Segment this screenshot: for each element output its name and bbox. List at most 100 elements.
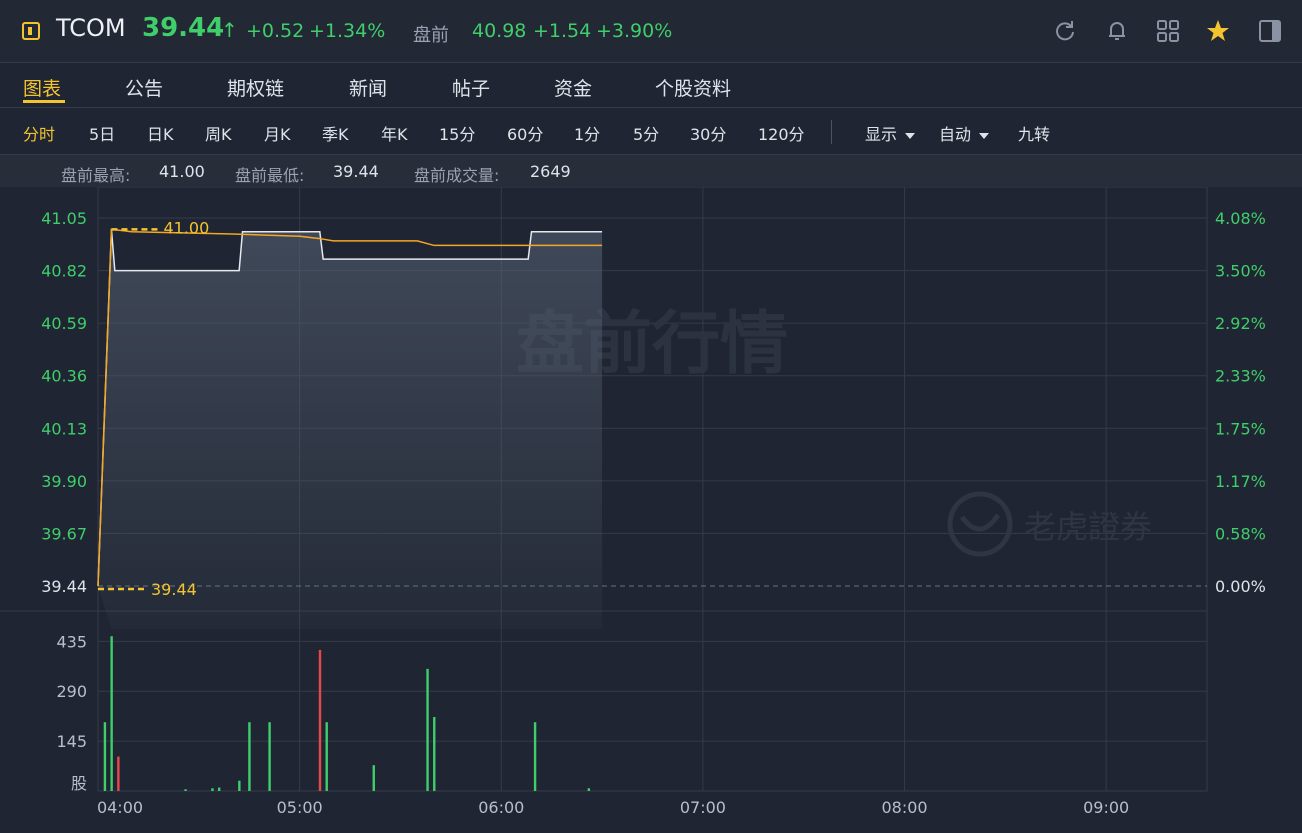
- auto-dropdown[interactable]: 自动: [939, 121, 990, 145]
- period-5min[interactable]: 5分: [633, 121, 659, 145]
- star-icon[interactable]: [1205, 18, 1231, 44]
- premarket-label: 盘前: [413, 25, 449, 46]
- intraday-chart[interactable]: 盘前行情 老虎證券 41.0039.44 04:00 05:00 06:00 07:0…: [0, 187, 1302, 833]
- price-change: +0.52: [246, 20, 305, 42]
- volume-bar: [103, 722, 107, 791]
- chevron-down-icon: [905, 132, 916, 139]
- tab-options[interactable]: 期权链: [227, 74, 284, 101]
- display-dropdown[interactable]: 显示: [865, 121, 916, 145]
- tab-profile[interactable]: 个股资料: [655, 74, 731, 101]
- low-marker-label: 39.44: [151, 580, 197, 599]
- auto-label: 自动: [939, 125, 972, 144]
- period-yearly[interactable]: 年K: [381, 121, 408, 145]
- period-15min[interactable]: 15分: [439, 121, 475, 145]
- volume-value: 2649: [530, 162, 571, 181]
- brand-watermark: 老虎證券: [947, 491, 1152, 557]
- x-tick-label: 04:00: [97, 798, 143, 817]
- tab-announcements[interactable]: 公告: [125, 74, 163, 101]
- volume-bar: [325, 722, 328, 791]
- x-tick-label: 09:00: [1083, 798, 1129, 817]
- period-30min[interactable]: 30分: [690, 121, 726, 145]
- divider: [831, 120, 832, 144]
- quote-header: TCOM 39.44 ↑ +0.52 +1.34% 盘前 40.98 +1.54…: [0, 0, 1302, 63]
- pct-tick-label: 4.08%: [1215, 209, 1266, 228]
- high-label: 盘前最高:: [61, 166, 131, 185]
- y-tick-label: 41.05: [41, 209, 87, 228]
- ticker-symbol: TCOM: [56, 14, 126, 42]
- volume-bar: [587, 788, 591, 791]
- volume-bar: [433, 717, 436, 791]
- x-tick-label: 07:00: [680, 798, 726, 817]
- vol-tick-label: 435: [56, 632, 87, 651]
- last-price: 39.44: [142, 13, 225, 43]
- volume-label: 盘前成交量:: [414, 166, 500, 185]
- tab-bar: 图表 公告 期权链 新闻 帖子 资金 个股资料: [0, 62, 1302, 108]
- premarket-stats: 盘前最高: 41.00 盘前最低: 39.44 盘前成交量: 2649: [0, 155, 1302, 187]
- premarket-change: +1.54: [533, 20, 592, 42]
- vol-tick-label: 290: [56, 682, 87, 701]
- pct-tick-label: 1.17%: [1215, 472, 1266, 491]
- low-value: 39.44: [333, 162, 379, 181]
- high-marker-label: 41.00: [163, 218, 209, 237]
- period-monthly[interactable]: 月K: [264, 121, 291, 145]
- chevron-down-icon: [979, 132, 990, 139]
- period-120min[interactable]: 120分: [758, 121, 805, 145]
- price-change-pct: +1.34%: [309, 20, 386, 42]
- pct-tick-label: 2.92%: [1215, 314, 1266, 333]
- grid-icon[interactable]: [1155, 18, 1181, 44]
- pct-tick-label: 1.75%: [1215, 419, 1266, 438]
- premarket-change-pct: +3.90%: [596, 20, 673, 42]
- tiger-logo-mark: [959, 513, 1001, 532]
- volume-bar: [110, 636, 113, 791]
- period-daily[interactable]: 日K: [147, 121, 174, 145]
- volume-bar: [117, 756, 120, 791]
- volume-bar: [217, 787, 221, 791]
- volume-bar: [372, 765, 375, 791]
- low-label: 盘前最低:: [235, 166, 305, 185]
- bell-icon[interactable]: [1104, 18, 1130, 44]
- tab-funds[interactable]: 资金: [554, 74, 592, 101]
- y-tick-label: 39.44: [41, 577, 87, 596]
- pct-tick-label: 0.58%: [1215, 524, 1266, 543]
- vol-unit-label: 股: [71, 774, 87, 793]
- active-tab-indicator: [23, 100, 65, 103]
- high-value: 41.00: [159, 162, 205, 181]
- volume-bar: [184, 789, 187, 791]
- tab-chart[interactable]: 图表: [23, 74, 61, 101]
- period-bar: 分时 5日 日K 周K 月K 季K 年K 15分 60分 1分 5分 30分 1…: [0, 108, 1302, 155]
- tab-news[interactable]: 新闻: [349, 74, 387, 101]
- period-1min[interactable]: 1分: [574, 121, 600, 145]
- period-60min[interactable]: 60分: [507, 121, 543, 145]
- period-quarterly[interactable]: 季K: [322, 121, 349, 145]
- pct-tick-label: 0.00%: [1215, 577, 1266, 596]
- y-tick-label: 39.90: [41, 472, 87, 491]
- refresh-icon[interactable]: [1052, 18, 1078, 44]
- y-tick-label: 39.67: [41, 524, 87, 543]
- brand-text: 老虎證券: [1024, 508, 1152, 546]
- y-tick-label: 40.36: [41, 367, 87, 386]
- x-tick-label: 06:00: [478, 798, 524, 817]
- display-label: 显示: [865, 125, 898, 144]
- pct-tick-label: 3.50%: [1215, 262, 1266, 281]
- volume-bar: [318, 649, 322, 791]
- premarket-price: 40.98: [472, 20, 527, 42]
- volume-bar: [533, 722, 537, 791]
- up-arrow-icon: ↑: [221, 18, 238, 42]
- y-tick-label: 40.82: [41, 262, 87, 281]
- volume-bar: [211, 788, 214, 791]
- period-weekly[interactable]: 周K: [205, 121, 232, 145]
- pct-tick-label: 2.33%: [1215, 367, 1266, 386]
- volume-bar: [426, 668, 429, 791]
- tab-posts[interactable]: 帖子: [452, 74, 490, 101]
- tiger-logo-icon: [947, 491, 1013, 557]
- price-area: [98, 229, 603, 629]
- nine-turn-toggle[interactable]: 九转: [1018, 121, 1050, 145]
- period-5day[interactable]: 5日: [89, 121, 115, 145]
- y-tick-label: 40.13: [41, 419, 87, 438]
- panel-toggle-icon[interactable]: [1257, 18, 1283, 44]
- price-area-fill: [98, 229, 603, 629]
- ticker-badge-icon: [22, 22, 40, 40]
- volume-bar: [238, 780, 241, 791]
- x-tick-label: 05:00: [277, 798, 323, 817]
- period-intraday[interactable]: 分时: [23, 121, 55, 145]
